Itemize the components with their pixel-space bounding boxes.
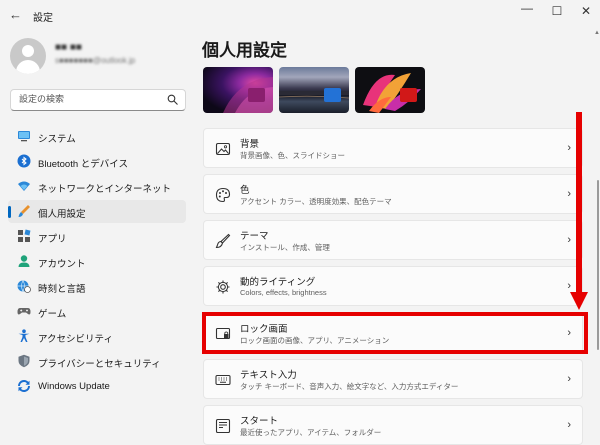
sidebar-item-label: Windows Update	[38, 381, 110, 392]
card-subtitle: 背景画像、色、スライドショー	[240, 151, 345, 160]
user-name: ■■ ■■	[55, 42, 82, 53]
sidebar-item-label: システム	[38, 134, 76, 145]
selected-indicator	[8, 206, 11, 218]
card-dynamic-lighting[interactable]: 動的ライティング Colors, effects, brightness ›	[203, 266, 583, 306]
title-bar: ← 設定 — ☐ ✕	[0, 0, 600, 30]
sidebar-item-label: アプリ	[38, 234, 67, 245]
lighting-gear-icon	[216, 280, 230, 294]
red-down-arrow-icon	[570, 112, 588, 310]
card-title: 動的ライティング	[240, 277, 316, 288]
card-text-input[interactable]: テキスト入力 タッチ キーボード、音声入力、絵文字など、入力方式エディター ›	[203, 359, 583, 399]
card-title: テーマ	[240, 231, 269, 242]
sidebar-item-label: 個人用設定	[38, 209, 86, 220]
sidebar-item-label: ゲーム	[38, 309, 67, 320]
sidebar-item-label: アクセシビリティ	[38, 334, 113, 345]
theme-thumbnail[interactable]	[279, 67, 349, 113]
sidebar-item-windows-update[interactable]: Windows Update	[8, 375, 186, 398]
back-arrow-icon[interactable]: ←	[9, 7, 22, 22]
sidebar-item-apps[interactable]: アプリ	[8, 225, 186, 248]
shield-icon	[18, 354, 30, 368]
monitor-icon	[18, 131, 30, 142]
picture-icon	[215, 142, 231, 156]
card-themes[interactable]: テーマ インストール、作成、管理 ›	[203, 220, 583, 260]
apps-icon	[18, 229, 31, 242]
search-box[interactable]	[10, 89, 186, 111]
wifi-icon	[18, 181, 30, 191]
scrollbar-thumb[interactable]	[597, 180, 599, 350]
page-title: 個人用設定	[202, 41, 287, 60]
brush-icon	[18, 205, 30, 217]
theme-accent-preview	[324, 88, 341, 102]
update-icon	[17, 380, 31, 392]
card-title: テキスト入力	[240, 370, 297, 381]
minimize-button[interactable]: —	[516, 1, 538, 15]
gamepad-icon	[17, 308, 31, 315]
theme-accent-preview	[248, 88, 265, 102]
maximize-button[interactable]: ☐	[546, 4, 568, 18]
search-icon	[167, 94, 178, 105]
sidebar-item-system[interactable]: システム	[8, 125, 186, 148]
sidebar-item-label: ネットワークとインターネット	[38, 184, 172, 195]
sidebar-item-accounts[interactable]: アカウント	[8, 250, 186, 273]
window-title: 設定	[33, 13, 53, 24]
sidebar-item-personalization[interactable]: 個人用設定	[8, 200, 186, 223]
card-subtitle: アクセント カラー、透明度効果、配色テーマ	[240, 197, 392, 206]
sidebar-item-network[interactable]: ネットワークとインターネット	[8, 175, 186, 198]
card-start[interactable]: スタート 最近使ったアプリ、アイテム、フォルダー ›	[203, 405, 583, 445]
search-input[interactable]	[17, 93, 171, 105]
card-subtitle: 最近使ったアプリ、アイテム、フォルダー	[240, 428, 382, 437]
theme-thumbnail[interactable]	[355, 67, 425, 113]
sidebar-item-label: 時刻と言語	[38, 284, 86, 295]
card-subtitle: インストール、作成、管理	[240, 243, 330, 252]
theme-thumbnail[interactable]	[203, 67, 273, 113]
palette-icon	[215, 187, 231, 203]
person-icon	[18, 255, 30, 267]
brush-icon	[215, 233, 231, 249]
close-button[interactable]: ✕	[575, 4, 597, 18]
card-colors[interactable]: 色 アクセント カラー、透明度効果、配色テーマ ›	[203, 174, 583, 214]
card-title: 背景	[240, 139, 260, 150]
sidebar-item-gaming[interactable]: ゲーム	[8, 300, 186, 323]
card-title: スタート	[240, 416, 279, 427]
sidebar-item-privacy[interactable]: プライバシーとセキュリティ	[8, 350, 186, 373]
start-icon	[215, 418, 231, 434]
bluetooth-icon	[17, 154, 31, 168]
user-email: s■■■■■■■@outlook.jp	[55, 56, 136, 65]
card-background[interactable]: 背景 背景画像、色、スライドショー ›	[203, 128, 583, 168]
sidebar-item-label: アカウント	[38, 259, 86, 270]
card-subtitle: タッチ キーボード、音声入力、絵文字など、入力方式エディター	[240, 382, 459, 391]
sidebar-item-label: プライバシーとセキュリティ	[38, 359, 161, 370]
accessibility-icon	[18, 329, 30, 342]
chevron-right-icon: ›	[567, 419, 571, 431]
sidebar-item-bluetooth[interactable]: Bluetooth とデバイス	[8, 150, 186, 173]
chevron-right-icon: ›	[567, 373, 571, 385]
card-title: 色	[240, 185, 250, 196]
sidebar-item-time-language[interactable]: 時刻と言語	[8, 275, 186, 298]
sidebar-item-label: Bluetooth とデバイス	[38, 159, 128, 170]
scroll-up-icon[interactable]: ▲	[594, 30, 600, 36]
keyboard-icon	[215, 374, 231, 386]
highlight-box	[202, 312, 588, 354]
theme-accent-preview	[400, 88, 417, 102]
avatar	[10, 38, 46, 74]
globe-clock-icon	[17, 280, 31, 293]
sidebar-item-accessibility[interactable]: アクセシビリティ	[8, 325, 186, 348]
card-subtitle: Colors, effects, brightness	[240, 288, 327, 297]
